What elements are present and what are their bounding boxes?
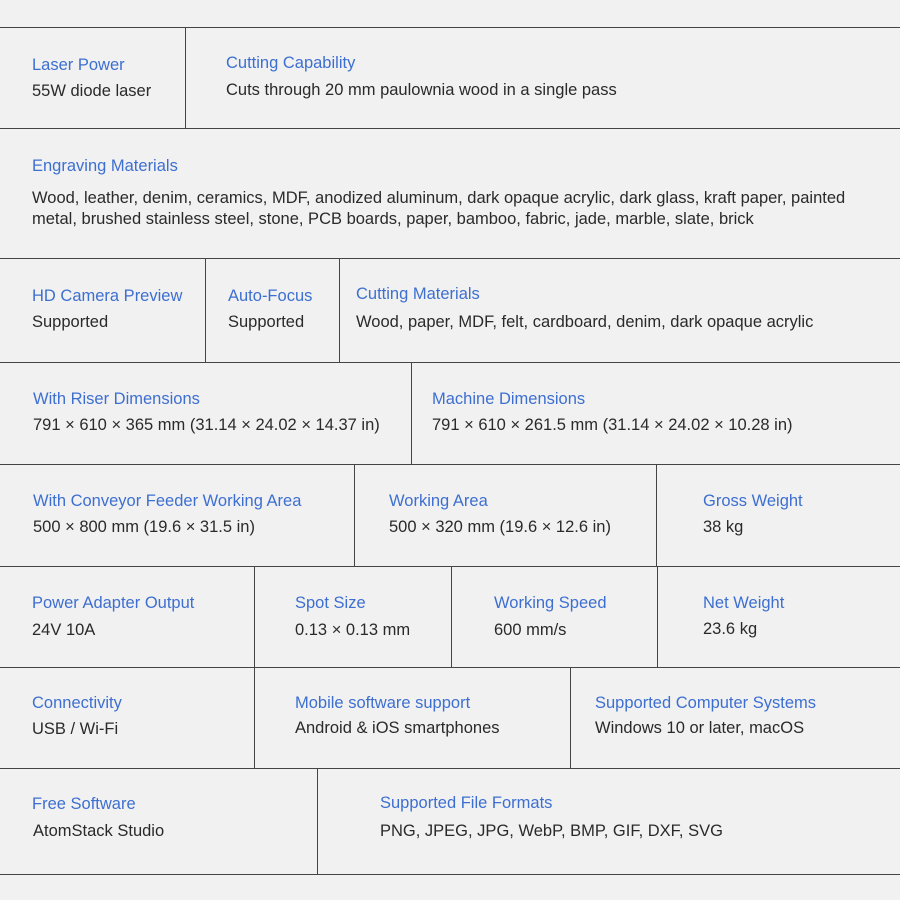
spec-label-cutting-materials: Cutting Materials: [356, 285, 480, 303]
spec-row-laser: Laser Power 55W diode laser Cutting Capa…: [0, 28, 900, 129]
spec-label-riser-dimensions: With Riser Dimensions: [33, 390, 200, 408]
spec-cell-working-speed: Working Speed 600 mm/s: [452, 567, 658, 667]
spec-cell-cutting-materials: Cutting Materials Wood, paper, MDF, felt…: [340, 259, 900, 362]
spec-cell-machine-dimensions: Machine Dimensions 791 × 610 × 261.5 mm …: [412, 363, 900, 464]
spec-table: Laser Power 55W diode laser Cutting Capa…: [0, 27, 900, 875]
spec-value-engraving-materials: Wood, leather, denim, ceramics, MDF, ano…: [32, 189, 846, 228]
spec-value-machine-dimensions: 791 × 610 × 261.5 mm (31.14 × 24.02 × 10…: [432, 416, 793, 434]
spec-row-camera: HD Camera Preview Supported Auto-Focus S…: [0, 259, 900, 363]
spec-value-laser-power: 55W diode laser: [32, 82, 152, 100]
spec-cell-net-weight: Net Weight 23.6 kg: [658, 567, 900, 667]
spec-label-engraving-materials: Engraving Materials: [32, 157, 178, 175]
spec-cell-file-formats: Supported File Formats PNG, JPEG, JPG, W…: [318, 769, 900, 874]
spec-value-power-adapter: 24V 10A: [32, 621, 96, 639]
spec-cell-laser-power: Laser Power 55W diode laser: [0, 28, 186, 128]
spec-label-laser-power: Laser Power: [32, 56, 125, 74]
spec-value-computer-systems: Windows 10 or later, macOS: [595, 719, 805, 737]
spec-row-software: Free Software AtomStack Studio Supported…: [0, 769, 900, 875]
spec-cell-gross-weight: Gross Weight 38 kg: [657, 465, 900, 566]
spec-label-machine-dimensions: Machine Dimensions: [432, 390, 586, 408]
spec-cell-riser-dimensions: With Riser Dimensions 791 × 610 × 365 mm…: [0, 363, 412, 464]
spec-value-auto-focus: Supported: [228, 313, 305, 331]
spec-cell-connectivity: Connectivity USB / Wi-Fi: [0, 668, 255, 768]
spec-label-gross-weight: Gross Weight: [703, 492, 803, 510]
spec-cell-engraving-materials: Engraving Materials Wood, leather, denim…: [0, 129, 900, 258]
spec-cell-working-area: Working Area 500 × 320 mm (19.6 × 12.6 i…: [355, 465, 657, 566]
spec-value-connectivity: USB / Wi-Fi: [32, 720, 119, 738]
spec-value-hd-camera: Supported: [32, 313, 109, 331]
spec-cell-mobile-software: Mobile software support Android & iOS sm…: [255, 668, 571, 768]
spec-row-dimensions: With Riser Dimensions 791 × 610 × 365 mm…: [0, 363, 900, 465]
spec-cell-auto-focus: Auto-Focus Supported: [206, 259, 340, 362]
spec-value-working-area: 500 × 320 mm (19.6 × 12.6 in): [389, 518, 611, 536]
spec-value-mobile-software: Android & iOS smartphones: [295, 719, 500, 737]
spec-cell-conveyor-area: With Conveyor Feeder Working Area 500 × …: [0, 465, 355, 566]
spec-label-free-software: Free Software: [32, 795, 136, 813]
spec-cell-power-adapter: Power Adapter Output 24V 10A: [0, 567, 255, 667]
spec-row-working-area: With Conveyor Feeder Working Area 500 × …: [0, 465, 900, 567]
spec-value-conveyor-area: 500 × 800 mm (19.6 × 31.5 in): [33, 518, 255, 536]
spec-value-riser-dimensions: 791 × 610 × 365 mm (31.14 × 24.02 × 14.3…: [33, 416, 380, 434]
spec-value-working-speed: 600 mm/s: [494, 621, 567, 639]
spec-cell-spot-size: Spot Size 0.13 × 0.13 mm: [255, 567, 452, 667]
spec-value-net-weight: 23.6 kg: [703, 620, 758, 638]
spec-cell-free-software: Free Software AtomStack Studio: [0, 769, 318, 874]
spec-value-gross-weight: 38 kg: [703, 518, 744, 536]
spec-label-net-weight: Net Weight: [703, 594, 785, 612]
spec-label-file-formats: Supported File Formats: [380, 794, 553, 812]
spec-value-free-software: AtomStack Studio: [33, 822, 165, 840]
spec-value-file-formats: PNG, JPEG, JPG, WebP, BMP, GIF, DXF, SVG: [380, 822, 723, 840]
spec-row-connectivity: Connectivity USB / Wi-Fi Mobile software…: [0, 668, 900, 769]
spec-label-working-speed: Working Speed: [494, 594, 607, 612]
spec-label-working-area: Working Area: [389, 492, 488, 510]
spec-cell-computer-systems: Supported Computer Systems Windows 10 or…: [571, 668, 900, 768]
spec-label-conveyor-area: With Conveyor Feeder Working Area: [33, 492, 302, 510]
spec-value-cutting-capability: Cuts through 20 mm paulownia wood in a s…: [226, 81, 617, 99]
spec-row-engraving: Engraving Materials Wood, leather, denim…: [0, 129, 900, 259]
spec-label-power-adapter: Power Adapter Output: [32, 594, 195, 612]
spec-value-cutting-materials: Wood, paper, MDF, felt, cardboard, denim…: [356, 313, 814, 331]
spec-cell-cutting-capability: Cutting Capability Cuts through 20 mm pa…: [186, 28, 900, 128]
spec-row-power: Power Adapter Output 24V 10A Spot Size 0…: [0, 567, 900, 668]
spec-label-computer-systems: Supported Computer Systems: [595, 694, 817, 712]
spec-label-hd-camera: HD Camera Preview: [32, 287, 183, 305]
spec-label-mobile-software: Mobile software support: [295, 694, 471, 712]
spec-label-connectivity: Connectivity: [32, 694, 122, 712]
spec-cell-hd-camera: HD Camera Preview Supported: [0, 259, 206, 362]
spec-value-spot-size: 0.13 × 0.13 mm: [295, 621, 411, 639]
spec-label-cutting-capability: Cutting Capability: [226, 54, 356, 72]
spec-label-spot-size: Spot Size: [295, 594, 366, 612]
spec-label-auto-focus: Auto-Focus: [228, 287, 313, 305]
